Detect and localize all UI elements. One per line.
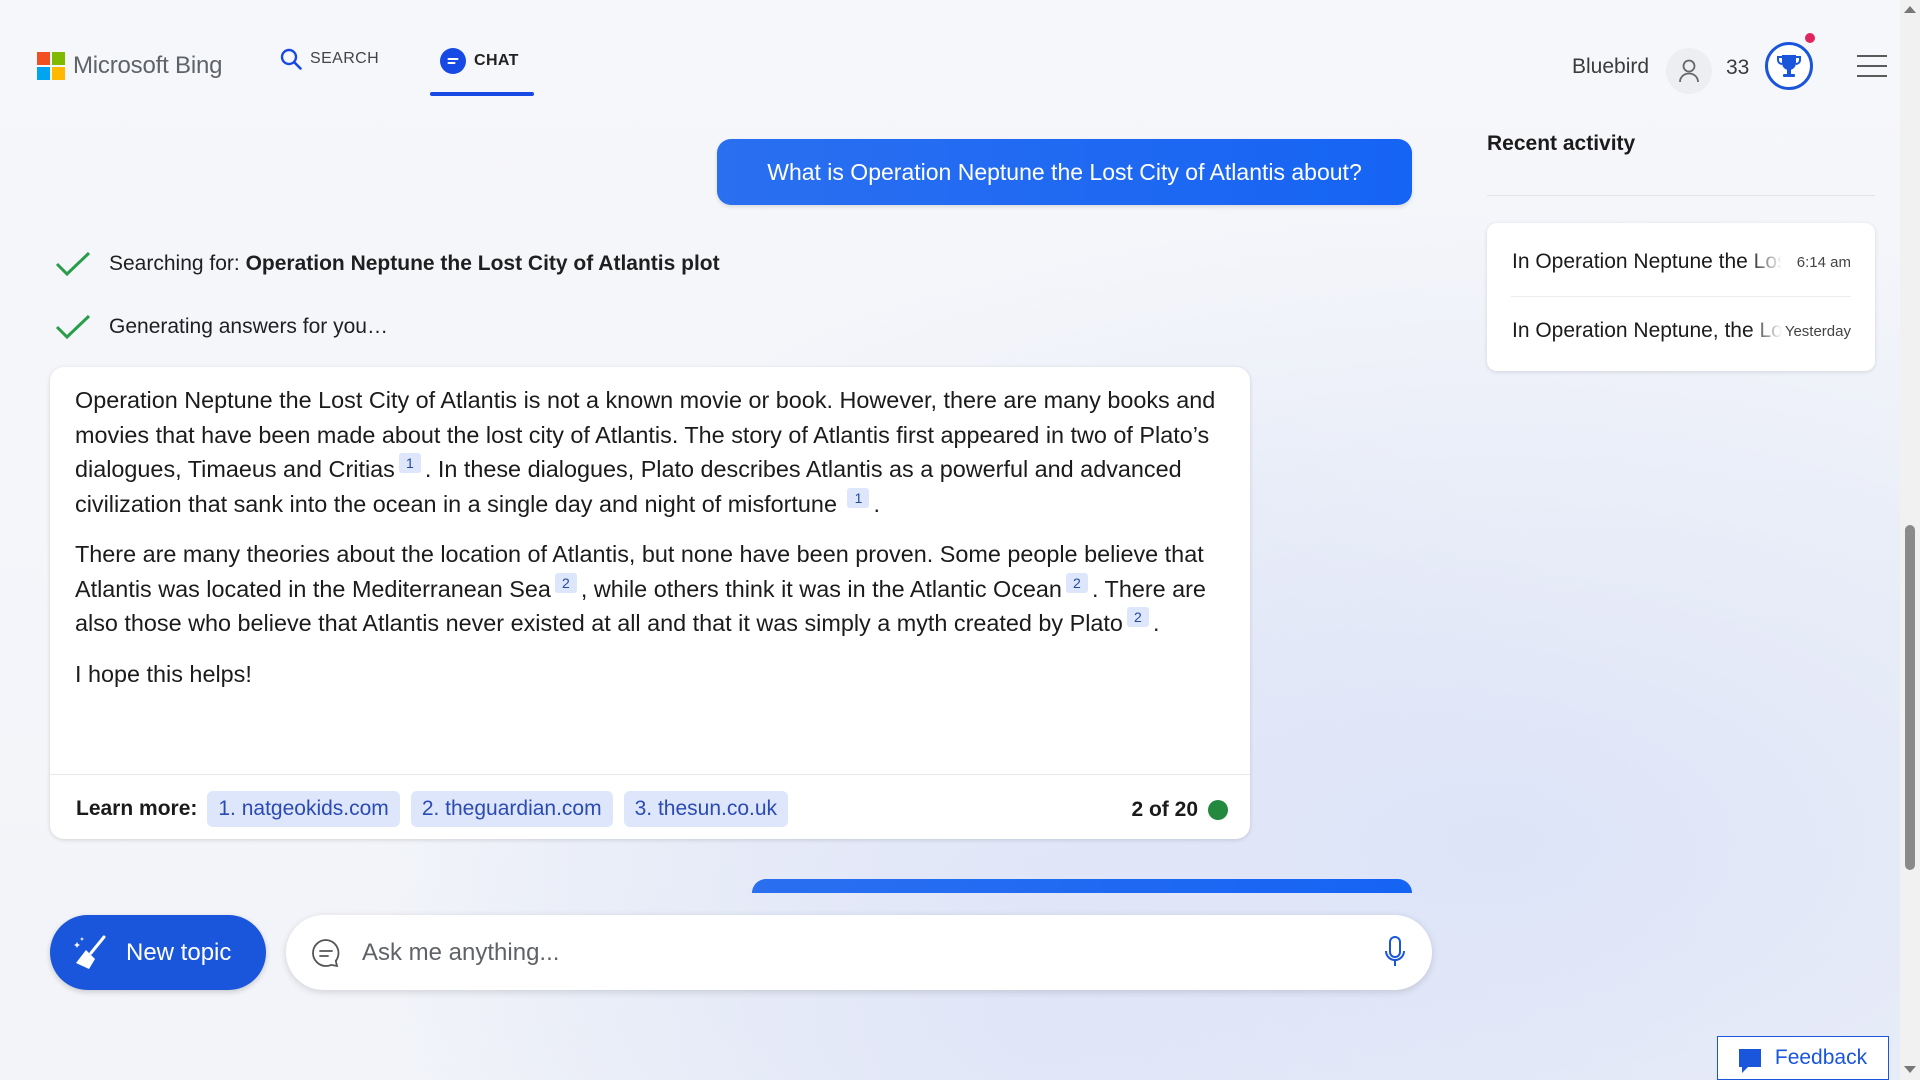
- turn-counter-text: 2 of 20: [1131, 798, 1198, 821]
- search-icon: [280, 48, 302, 70]
- recent-item-time: Yesterday: [1784, 322, 1851, 340]
- rewards-points[interactable]: 33: [1726, 56, 1749, 80]
- avatar[interactable]: [1666, 48, 1712, 94]
- tab-chat[interactable]: CHAT: [440, 48, 519, 74]
- user-name[interactable]: Bluebird: [1572, 55, 1649, 79]
- brand-name: Microsoft Bing: [73, 52, 223, 79]
- user-message-bubble: What is Operation Neptune the Lost City …: [717, 139, 1412, 205]
- learn-more-row: Learn more: 1. natgeokids.com 2. theguar…: [76, 790, 799, 828]
- trophy-icon: [1777, 55, 1801, 77]
- citation-1[interactable]: 1: [847, 487, 870, 508]
- chat-icon: [312, 938, 340, 967]
- citation-1[interactable]: 1: [398, 453, 421, 474]
- tab-search[interactable]: SEARCH: [280, 48, 379, 70]
- answer-paragraph-3: I hope this helps!: [75, 660, 252, 687]
- citation-2[interactable]: 2: [1065, 572, 1088, 593]
- chat-bubble-icon: [440, 48, 466, 74]
- checkmark-icon: [55, 314, 91, 340]
- new-topic-label: New topic: [126, 938, 232, 966]
- recent-item-time: 6:14 am: [1796, 253, 1851, 271]
- answer-paragraph-2: There are many theories about the locati…: [75, 541, 1206, 636]
- answer-paragraph-1: Operation Neptune the Lost City of Atlan…: [75, 387, 1216, 517]
- recent-item[interactable]: In Operation Neptune, the Lost City of A…: [1487, 297, 1875, 365]
- recent-divider: [1487, 195, 1875, 196]
- feedback-icon: [1738, 1049, 1761, 1073]
- bing-logo[interactable]: Microsoft Bing: [37, 52, 222, 80]
- rewards-button[interactable]: [1765, 42, 1813, 90]
- turn-counter: 2 of 20: [1131, 798, 1228, 822]
- recent-activity-title: Recent activity: [1487, 132, 1636, 155]
- feedback-button[interactable]: Feedback: [1717, 1036, 1889, 1080]
- source-link-3[interactable]: 3. thesun.co.uk: [623, 791, 789, 827]
- user-icon: [1679, 59, 1699, 83]
- citation-2[interactable]: 2: [554, 572, 577, 593]
- broom-icon: [74, 935, 106, 969]
- status-generating-text: Generating answers for you…: [109, 315, 388, 338]
- scroll-down-arrow-icon[interactable]: [1904, 1066, 1916, 1073]
- status-dot: [1208, 800, 1228, 820]
- microsoft-logo-icon: [37, 52, 65, 80]
- status-search-query: Operation Neptune the Lost City of Atlan…: [245, 252, 720, 275]
- scroll-up-arrow-icon[interactable]: [1904, 6, 1916, 13]
- recent-item-title: In Operation Neptune the Lost City of At…: [1512, 250, 1782, 273]
- learn-more-label: Learn more:: [76, 797, 198, 820]
- new-topic-button[interactable]: New topic: [50, 915, 266, 990]
- source-link-2[interactable]: 2. theguardian.com: [410, 791, 613, 827]
- status-generating: Generating answers for you…: [55, 313, 388, 341]
- scrollbar-thumb[interactable]: [1905, 525, 1915, 870]
- source-link-1[interactable]: 1. natgeokids.com: [207, 791, 400, 827]
- recent-item-title: In Operation Neptune, the Lost City of A…: [1512, 319, 1782, 342]
- recent-activity-list: In Operation Neptune the Lost City of At…: [1487, 223, 1875, 371]
- microphone-icon[interactable]: [1384, 935, 1406, 969]
- ask-input[interactable]: [360, 937, 1344, 968]
- notification-dot: [1805, 33, 1815, 43]
- recent-item[interactable]: In Operation Neptune the Lost City of At…: [1487, 228, 1875, 296]
- active-tab-indicator: [430, 92, 534, 96]
- partial-message-bubble: [752, 879, 1412, 893]
- status-search-prefix: Searching for:: [109, 252, 246, 275]
- feedback-label: Feedback: [1774, 1046, 1868, 1069]
- ask-box[interactable]: [286, 915, 1432, 990]
- answer-body: Operation Neptune the Lost City of Atlan…: [75, 383, 1235, 707]
- card-divider: [50, 774, 1250, 775]
- checkmark-icon: [55, 251, 91, 277]
- status-searching: Searching for: Operation Neptune the Los…: [55, 250, 720, 278]
- citation-2[interactable]: 2: [1126, 607, 1149, 628]
- answer-card: Operation Neptune the Lost City of Atlan…: [50, 367, 1250, 839]
- tab-chat-label: CHAT: [474, 52, 519, 69]
- tab-search-label: SEARCH: [310, 50, 380, 67]
- top-header: Microsoft Bing SEARCH CHAT Bluebird 33: [0, 0, 1900, 110]
- menu-icon[interactable]: [1857, 55, 1887, 85]
